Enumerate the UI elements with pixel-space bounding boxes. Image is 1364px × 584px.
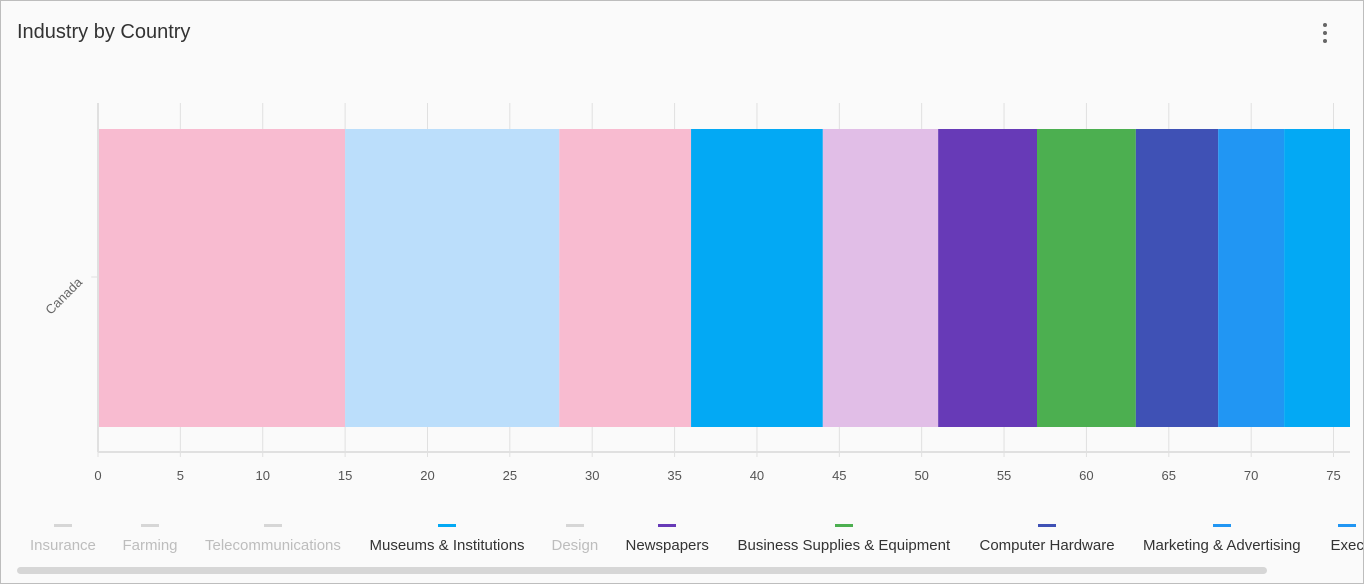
- legend-item-marketing-advertising[interactable]: Marketing & Advertising: [1143, 517, 1301, 554]
- x-tick-label: 0: [94, 468, 101, 483]
- x-tick-label: 5: [177, 468, 184, 483]
- x-tick-label: 35: [667, 468, 681, 483]
- legend-swatch: [263, 524, 282, 527]
- legend-label: Museums & Institutions: [369, 537, 525, 554]
- y-category-label: Canada: [42, 274, 85, 317]
- x-tick-label: 40: [750, 468, 764, 483]
- legend-item-insurance[interactable]: Insurance: [30, 517, 96, 554]
- bars: [98, 129, 1350, 427]
- legend-label: Computer Hardware: [979, 537, 1115, 554]
- bar-segment-marketing-advertising[interactable]: [1218, 129, 1285, 427]
- chart-card: Industry by Country 0 5 10 15 20 25 30 35 40 45 50…: [0, 0, 1364, 584]
- legend-scrollbar[interactable]: [17, 567, 1267, 574]
- legend-label: Design: [551, 537, 599, 554]
- legend: Insurance Farming Telecommunications Museum…: [17, 517, 1363, 563]
- legend-label: Exec: [1330, 537, 1364, 554]
- bar-segment-insurance[interactable]: [98, 129, 346, 427]
- legend-item-computer-hardware[interactable]: Computer Hardware: [980, 517, 1115, 554]
- legend-item-exec[interactable]: Exec: [1330, 517, 1364, 554]
- x-tick-label: 75: [1326, 468, 1340, 483]
- legend-swatch: [658, 524, 677, 527]
- legend-item-newspapers[interactable]: Newspapers: [626, 517, 709, 554]
- legend-label: Insurance: [30, 537, 96, 554]
- legend-swatch: [565, 524, 584, 527]
- bar-segment-design[interactable]: [822, 129, 939, 427]
- legend-label: Telecommunications: [205, 537, 341, 554]
- legend-swatch: [1212, 524, 1231, 527]
- legend-label: Business Supplies & Equipment: [737, 537, 951, 554]
- legend-label: Newspapers: [625, 537, 709, 554]
- x-tick-label: 45: [832, 468, 846, 483]
- x-tick-label: 10: [256, 468, 270, 483]
- x-tick-label: 50: [914, 468, 928, 483]
- legend-swatch: [438, 524, 457, 527]
- x-tick-label: 60: [1079, 468, 1093, 483]
- bar-segment-museums-institutions[interactable]: [691, 129, 823, 427]
- legend-item-business-supplies-equipment[interactable]: Business Supplies & Equipment: [737, 517, 951, 554]
- x-tick-label: 70: [1244, 468, 1258, 483]
- x-tick-label: 25: [503, 468, 517, 483]
- legend-swatch: [834, 524, 853, 527]
- x-tick-label: 15: [338, 468, 352, 483]
- bar-segment-farming[interactable]: [345, 129, 560, 427]
- legend-swatch: [53, 524, 72, 527]
- bar-chart: 0 5 10 15 20 25 30 35 40 45 50 55 60 65 70 75 Canada: [42, 103, 1350, 483]
- bar-segment-exec[interactable]: [1284, 129, 1350, 427]
- x-tick-label: 65: [1162, 468, 1176, 483]
- bar-segment-newspapers[interactable]: [938, 129, 1037, 427]
- legend-swatch: [1038, 524, 1057, 527]
- legend-item-museums-institutions[interactable]: Museums & Institutions: [370, 517, 525, 554]
- bar-segment-computer-hardware[interactable]: [1135, 129, 1219, 427]
- legend-label: Farming: [122, 537, 178, 554]
- legend-item-telecommunications[interactable]: Telecommunications: [205, 517, 341, 554]
- legend-item-farming[interactable]: Farming: [123, 517, 178, 554]
- legend-item-design[interactable]: Design: [551, 517, 599, 554]
- legend-label: Marketing & Advertising: [1143, 537, 1301, 554]
- x-tick-label: 30: [585, 468, 599, 483]
- x-tick-label: 55: [997, 468, 1011, 483]
- legend-swatch: [1338, 524, 1357, 527]
- x-tick-label: 20: [420, 468, 434, 483]
- bar-segment-business-supplies-equipment[interactable]: [1037, 129, 1136, 427]
- bar-segment-telecommunications[interactable]: [559, 129, 692, 427]
- legend-swatch: [141, 524, 159, 527]
